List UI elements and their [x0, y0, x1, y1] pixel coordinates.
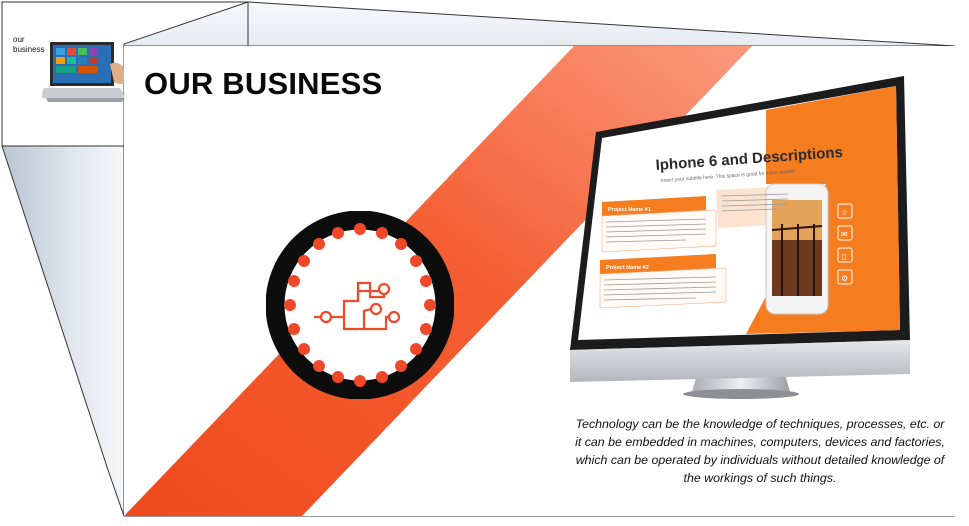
svg-text:✉: ✉: [841, 230, 848, 239]
svg-text:☆: ☆: [841, 208, 848, 217]
slide-canvas: OUR BUSINESS ☆ ✉ ▯ ⚙ Iphone 6 and Descri…: [124, 46, 956, 516]
circuit-icon: [266, 211, 454, 399]
monitor-mockup: ☆ ✉ ▯ ⚙ Iphone 6 and Descriptions Insert…: [570, 76, 910, 399]
svg-text:▯: ▯: [842, 252, 846, 261]
svg-text:Project Name #1: Project Name #1: [608, 207, 651, 213]
laptop-touch-icon: [42, 42, 126, 102]
slide-body-text: Technology can be the knowledge of techn…: [575, 417, 945, 485]
svg-text:Project Name #2: Project Name #2: [606, 265, 649, 271]
slide-title: OUR BUSINESS: [144, 66, 383, 101]
svg-text:⚙: ⚙: [841, 274, 848, 283]
slide-thumbnail[interactable]: our business: [2, 2, 126, 146]
